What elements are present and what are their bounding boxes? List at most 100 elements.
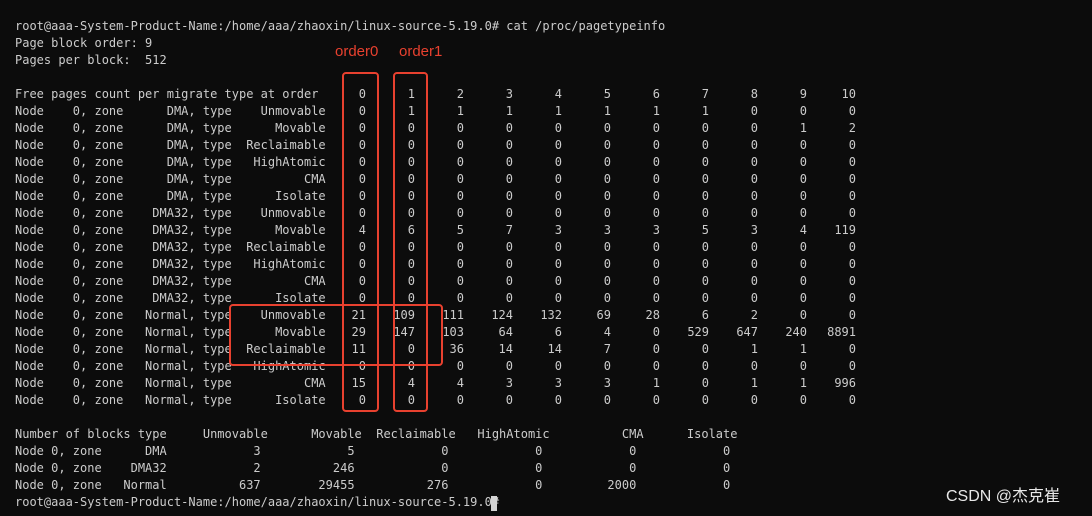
count-cell: 0 [603, 138, 611, 152]
row-label: Node 0, zone DMA32, type CMA [15, 274, 326, 288]
count-cell: 1 [652, 104, 660, 118]
count-cell: 0 [750, 291, 758, 305]
count-cell: 240 [785, 325, 807, 339]
count-cell: 0 [456, 206, 464, 220]
count-cell: 0 [505, 291, 513, 305]
count-cell: 0 [848, 104, 856, 118]
count-cell: 647 [736, 325, 758, 339]
count-cell: 0 [603, 189, 611, 203]
count-cell: 0 [456, 155, 464, 169]
count-cell: 0 [848, 291, 856, 305]
count-cell: 0 [554, 138, 562, 152]
count-cell: 0 [799, 240, 807, 254]
free-pages-header: Free pages count per migrate type at ord… [15, 87, 319, 101]
count-cell: 0 [701, 155, 709, 169]
count-cell: 5 [701, 223, 709, 237]
count-cell: 0 [750, 155, 758, 169]
count-cell: 1 [701, 104, 709, 118]
count-cell: 0 [701, 257, 709, 271]
count-cell: 119 [834, 223, 856, 237]
count-cell: 0 [652, 257, 660, 271]
count-cell: 4 [603, 325, 611, 339]
row-label: Node 0, zone DMA32, type Movable [15, 223, 326, 237]
order-header-7: 7 [701, 87, 709, 101]
row-label: Node 0, zone DMA32, type Reclaimable [15, 240, 326, 254]
count-cell: 0 [750, 393, 758, 407]
count-cell: 0 [554, 240, 562, 254]
count-cell: 0 [848, 240, 856, 254]
count-cell: 0 [652, 155, 660, 169]
count-cell: 3 [505, 376, 513, 390]
count-cell: 0 [848, 172, 856, 186]
count-cell: 1 [799, 121, 807, 135]
count-cell: 0 [456, 274, 464, 288]
count-cell: 0 [848, 342, 856, 356]
row-label: Node 0, zone DMA, type Movable [15, 121, 326, 135]
prompt-line: root@aaa-System-Product-Name:/home/aaa/z… [15, 495, 500, 509]
count-cell: 0 [505, 189, 513, 203]
count-cell: 3 [554, 376, 562, 390]
terminal-window[interactable]: root@aaa-System-Product-Name:/home/aaa/z… [0, 0, 1092, 516]
count-cell: 132 [540, 308, 562, 322]
count-cell: 0 [456, 121, 464, 135]
order-header-2: 2 [456, 87, 464, 101]
count-cell: 0 [701, 376, 709, 390]
count-cell: 0 [701, 359, 709, 373]
count-cell: 0 [652, 291, 660, 305]
count-cell: 0 [505, 240, 513, 254]
count-cell: 0 [456, 393, 464, 407]
count-cell: 1 [554, 104, 562, 118]
count-cell: 1 [750, 376, 758, 390]
count-cell: 4 [799, 223, 807, 237]
count-cell: 1 [750, 342, 758, 356]
count-cell: 0 [554, 393, 562, 407]
count-cell: 0 [799, 257, 807, 271]
count-cell: 0 [799, 206, 807, 220]
count-cell: 0 [652, 138, 660, 152]
count-cell: 0 [750, 189, 758, 203]
count-cell: 0 [505, 206, 513, 220]
count-cell: 0 [603, 172, 611, 186]
count-cell: 1 [505, 104, 513, 118]
count-cell: 69 [596, 308, 611, 322]
count-cell: 0 [652, 189, 660, 203]
count-cell: 0 [603, 291, 611, 305]
count-cell: 7 [603, 342, 611, 356]
count-cell: 0 [456, 189, 464, 203]
count-cell: 0 [799, 172, 807, 186]
count-cell: 0 [799, 274, 807, 288]
row-label: Node 0, zone DMA32, type HighAtomic [15, 257, 326, 271]
count-cell: 0 [456, 138, 464, 152]
count-cell: 0 [554, 121, 562, 135]
row-label: Node 0, zone DMA, type Reclaimable [15, 138, 326, 152]
order1-label: order1 [399, 43, 443, 60]
order-header-9: 9 [799, 87, 807, 101]
row-label: Node 0, zone DMA32, type Unmovable [15, 206, 326, 220]
row-label: Node 0, zone DMA, type HighAtomic [15, 155, 326, 169]
count-cell: 7 [505, 223, 513, 237]
count-cell: 0 [554, 274, 562, 288]
count-cell: 0 [848, 138, 856, 152]
count-cell: 0 [848, 308, 856, 322]
count-cell: 0 [848, 274, 856, 288]
count-cell: 0 [554, 206, 562, 220]
order-header-4: 4 [554, 87, 562, 101]
count-cell: 0 [799, 138, 807, 152]
row-label: Node 0, zone DMA, type Unmovable [15, 104, 326, 118]
order-header-10: 10 [841, 87, 856, 101]
count-cell: 0 [652, 342, 660, 356]
count-cell: 4 [456, 376, 464, 390]
count-cell: 1 [652, 376, 660, 390]
count-cell: 3 [603, 223, 611, 237]
count-cell: 0 [701, 342, 709, 356]
count-cell: 0 [652, 172, 660, 186]
row-label: Node 0, zone DMA, type CMA [15, 172, 326, 186]
count-cell: 0 [505, 155, 513, 169]
count-cell: 0 [505, 172, 513, 186]
count-cell: 14 [498, 342, 513, 356]
count-cell: 0 [652, 359, 660, 373]
count-cell: 64 [498, 325, 513, 339]
order-header-3: 3 [505, 87, 513, 101]
count-cell: 0 [505, 359, 513, 373]
count-cell: 0 [799, 104, 807, 118]
